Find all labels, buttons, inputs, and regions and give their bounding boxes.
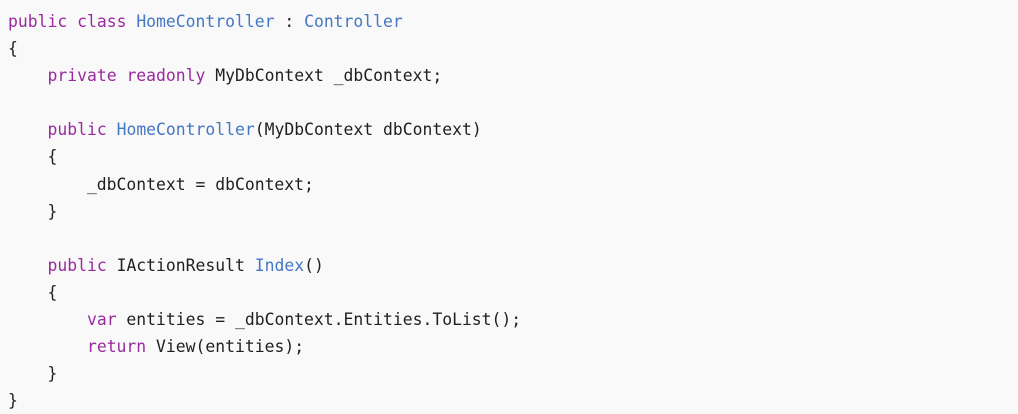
code-token-plain: _dbContext = dbContext; xyxy=(8,174,314,194)
code-token-plain: { xyxy=(8,147,58,167)
code-token-plain: { xyxy=(8,39,18,59)
code-token-type: Controller xyxy=(304,12,403,31)
code-token-plain: IActionResult xyxy=(106,255,255,275)
code-line: private readonly MyDbContext _dbContext; xyxy=(8,62,1018,89)
code-line: ​ xyxy=(8,225,1018,252)
code-token-plain: } xyxy=(8,391,18,411)
code-token-kw: private xyxy=(47,66,117,86)
code-token-plain: : xyxy=(274,12,305,31)
code-token-fn: Index xyxy=(254,255,305,275)
code-token-kw: var xyxy=(86,310,117,330)
code-token-plain: MyDbContext _dbContext; xyxy=(205,66,443,86)
code-token-plain: } xyxy=(8,364,58,384)
code-line: { xyxy=(8,35,1018,62)
code-token-kw: return xyxy=(86,337,147,357)
code-token-plain: View(entities); xyxy=(146,337,305,357)
code-token-plain: (MyDbContext dbContext) xyxy=(254,120,482,140)
code-line: ​ xyxy=(8,89,1018,116)
code-line: _dbContext = dbContext; xyxy=(8,171,1018,198)
code-token-kw: readonly xyxy=(126,66,206,86)
code-token-kw: class xyxy=(77,12,127,31)
code-token-kw: public xyxy=(8,12,68,31)
code-token-fn: HomeController xyxy=(116,120,255,140)
code-token-type: HomeController xyxy=(136,12,275,31)
code-line: } xyxy=(8,198,1018,225)
code-token-kw: public xyxy=(47,255,107,275)
code-line: } xyxy=(8,387,1018,414)
code-line: public IActionResult Index() xyxy=(8,252,1018,279)
code-token-plain: entities = _dbContext.Entities.ToList(); xyxy=(116,310,522,330)
code-line: return View(entities); xyxy=(8,333,1018,360)
code-token-plain: () xyxy=(304,255,324,275)
code-line: { xyxy=(8,143,1018,170)
code-token-plain: { xyxy=(8,282,58,302)
code-line: { xyxy=(8,279,1018,306)
code-token-plain: } xyxy=(8,201,58,221)
code-line: var entities = _dbContext.Entities.ToLis… xyxy=(8,306,1018,333)
code-lines: public class HomeController : Controller… xyxy=(8,8,1018,414)
code-block: public class HomeController : Controller… xyxy=(0,0,1018,414)
code-line: public class HomeController : Controller xyxy=(8,8,1018,35)
code-token-kw: public xyxy=(47,120,107,140)
code-line: } xyxy=(8,360,1018,387)
code-line: public HomeController(MyDbContext dbCont… xyxy=(8,116,1018,143)
